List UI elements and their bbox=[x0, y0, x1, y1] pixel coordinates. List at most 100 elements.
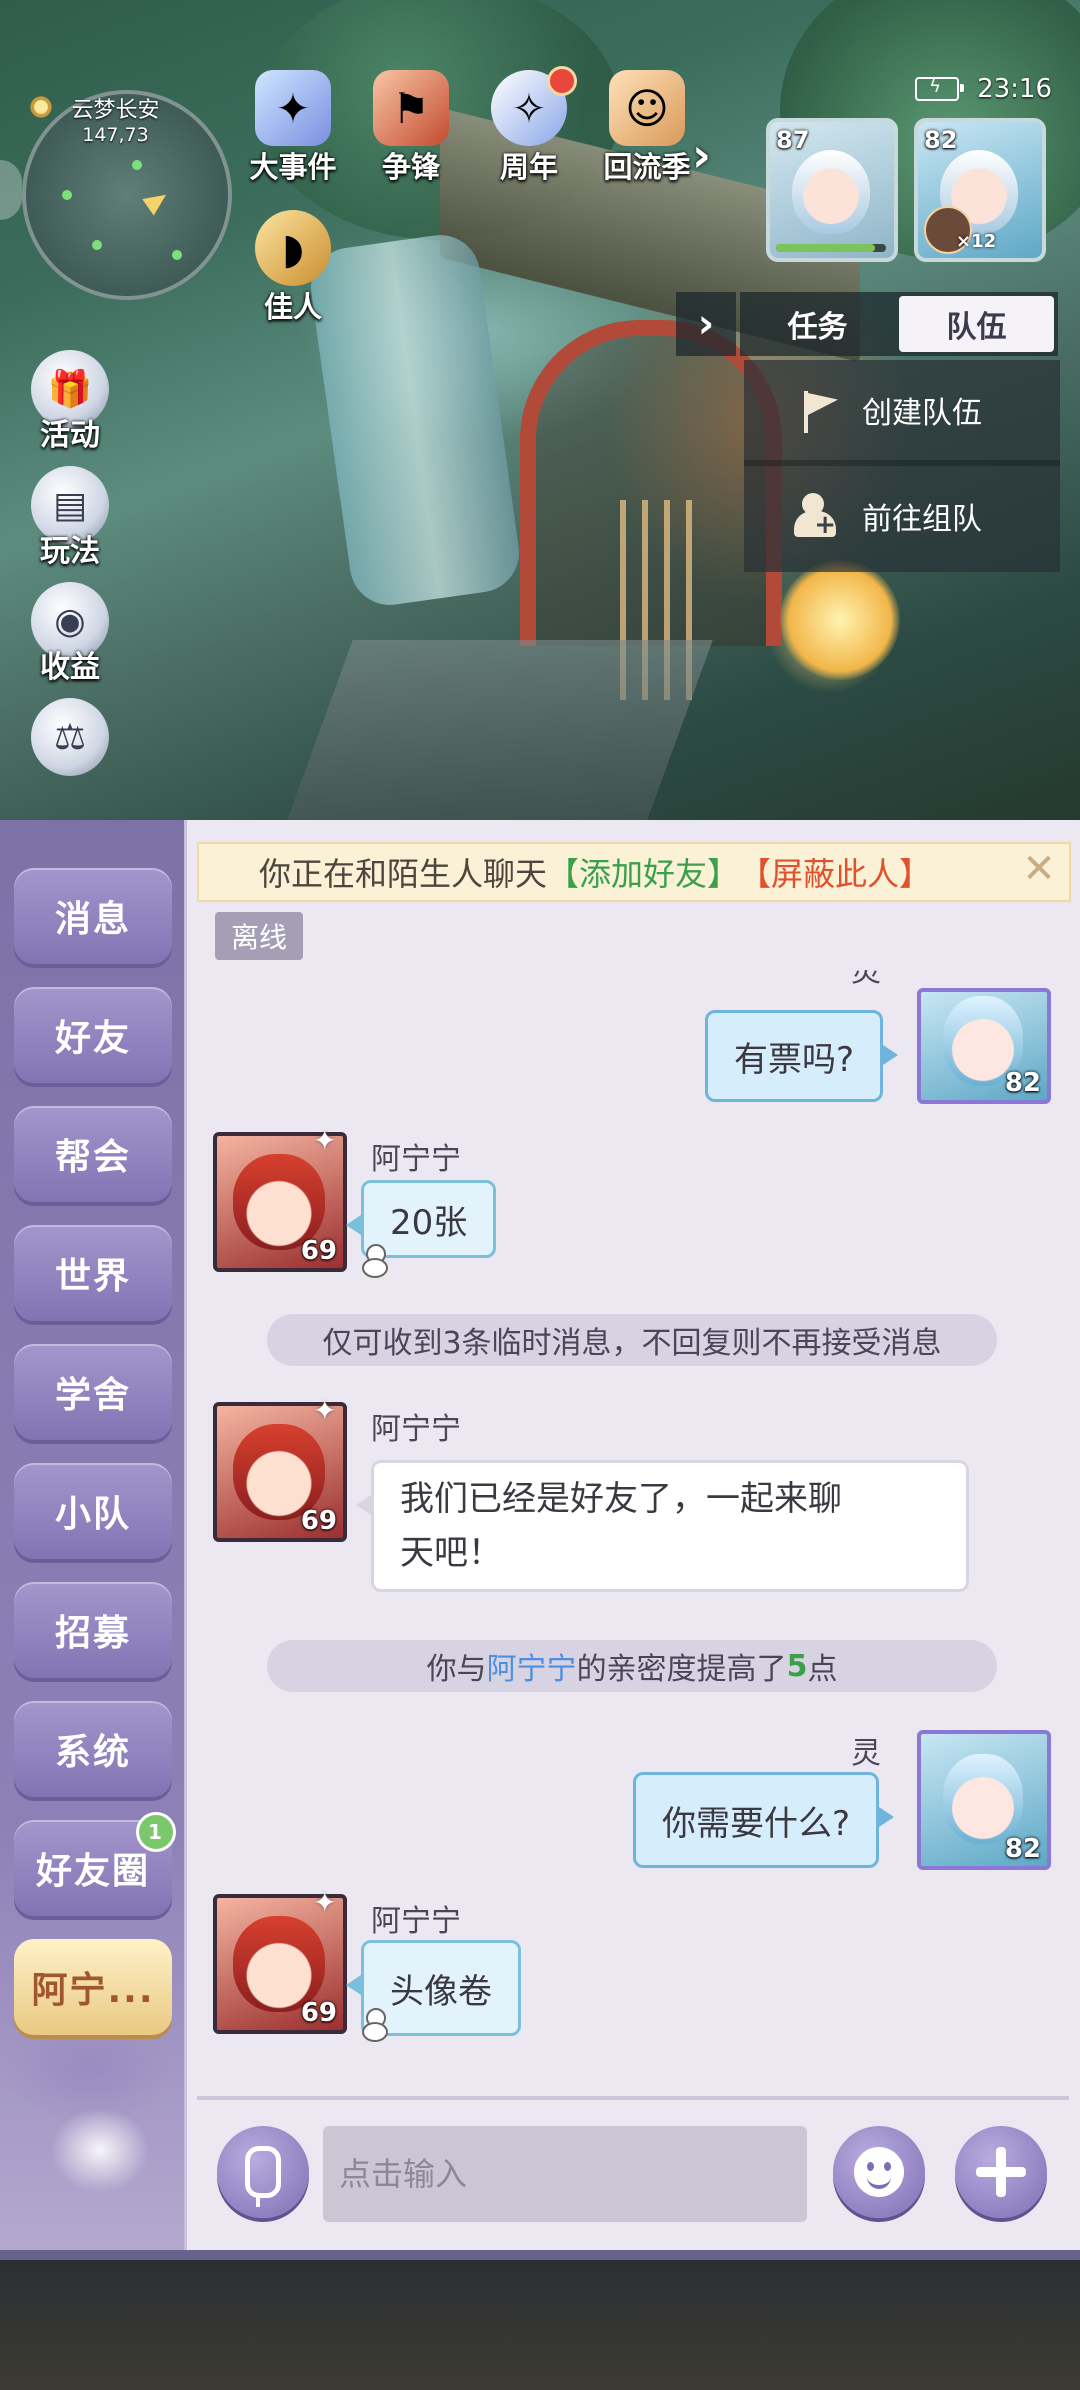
hp-bar bbox=[776, 244, 886, 252]
snowman-icon bbox=[361, 2008, 388, 2042]
flag-icon bbox=[794, 385, 844, 435]
side-menu: 🎁 活动 ▤ 玩法 ◉ 收益 ⚖ bbox=[20, 350, 120, 788]
add-friend-link[interactable]: 【添加好友】 bbox=[547, 849, 739, 895]
tab-tasks[interactable]: 任务 bbox=[740, 292, 895, 356]
panel-collapse-arrow-icon[interactable]: › bbox=[676, 292, 736, 356]
character-portrait bbox=[792, 150, 870, 234]
person-add-icon bbox=[794, 491, 844, 541]
menu-label: 争锋 bbox=[381, 150, 440, 184]
category-messages[interactable]: 消息 bbox=[14, 868, 172, 964]
battery-charging-icon: ϟ bbox=[915, 76, 965, 101]
character-portrait bbox=[943, 1754, 1023, 1844]
intimacy-middle: 的亲密度提高了 bbox=[576, 1652, 787, 1687]
category-guild[interactable]: 帮会 bbox=[14, 1106, 172, 1202]
return-season-icon: ☺ bbox=[609, 70, 685, 146]
menu-label: 佳人 bbox=[263, 290, 322, 324]
stranger-notice-text: 你正在和陌生人聊天 bbox=[259, 855, 548, 893]
menu-expand-arrow-icon[interactable]: › bbox=[692, 128, 711, 182]
plus-icon bbox=[976, 2147, 1026, 2197]
event-icon: ✦ bbox=[255, 70, 331, 146]
create-team-label: 创建队伍 bbox=[862, 396, 982, 431]
input-divider bbox=[197, 2096, 1069, 2100]
avatar-level: 69 bbox=[300, 1998, 337, 2028]
side-scales-button[interactable]: ⚖ bbox=[20, 698, 120, 776]
intimacy-points: 5 bbox=[786, 1648, 808, 1684]
member-level: 82 bbox=[924, 126, 958, 154]
category-academy[interactable]: 学舍 bbox=[14, 1344, 172, 1440]
close-icon[interactable]: ✕ bbox=[1021, 849, 1057, 889]
sender-name: 阿宁宁 bbox=[371, 1142, 461, 1177]
block-user-link[interactable]: 【屏蔽此人】 bbox=[739, 849, 931, 895]
member-level: 87 bbox=[776, 126, 810, 154]
menu-beauty[interactable]: ◗ 佳人 bbox=[238, 210, 348, 326]
side-label: 收益 bbox=[40, 650, 100, 685]
category-squad[interactable]: 小队 bbox=[14, 1463, 172, 1559]
team-panel: 创建队伍 前往组队 bbox=[744, 360, 1060, 572]
side-earnings-button[interactable]: ◉ 收益 bbox=[20, 582, 120, 686]
more-options-button[interactable] bbox=[955, 2126, 1047, 2218]
emoji-button[interactable] bbox=[833, 2126, 925, 2218]
menu-battle[interactable]: ⚑ 争锋 bbox=[356, 70, 466, 186]
chat-input-bar bbox=[187, 2110, 1080, 2230]
map-name: 云梦长安 bbox=[71, 98, 160, 123]
avatar-level: 82 bbox=[1004, 1068, 1041, 1098]
notification-dot bbox=[547, 66, 577, 96]
category-private-chat[interactable]: 阿宁... bbox=[14, 1939, 172, 2035]
voice-input-button[interactable] bbox=[217, 2126, 309, 2218]
category-system[interactable]: 系统 bbox=[14, 1701, 172, 1797]
task-team-tabs: 任务 队伍 bbox=[740, 292, 1058, 356]
message-bubble[interactable]: 有票吗? bbox=[705, 1010, 899, 1102]
category-world[interactable]: 世界 bbox=[14, 1225, 172, 1321]
microphone-icon bbox=[245, 2146, 281, 2207]
snowman-icon bbox=[361, 1244, 388, 1278]
side-label: 玩法 bbox=[40, 534, 100, 569]
clock: 23:16 bbox=[977, 74, 1052, 104]
side-activities-button[interactable]: 🎁 活动 bbox=[20, 350, 120, 454]
player-arrow-icon bbox=[142, 186, 172, 216]
menu-big-event[interactable]: ✦ 大事件 bbox=[238, 70, 348, 186]
category-label: 好友圈 bbox=[35, 1851, 150, 1892]
map-location: 云梦长安 147,73 bbox=[28, 92, 203, 146]
team-member-avatar[interactable]: 87 bbox=[766, 118, 898, 262]
category-recruit[interactable]: 招募 bbox=[14, 1582, 172, 1678]
status-bar: ϟ 23:16 bbox=[915, 74, 1052, 104]
minimap-marker bbox=[92, 240, 102, 250]
menu-anniversary[interactable]: ✧ 周年 bbox=[474, 66, 584, 186]
offline-status-badge: 离线 bbox=[215, 912, 304, 960]
tab-team[interactable]: 队伍 bbox=[899, 296, 1054, 352]
smiley-icon bbox=[854, 2147, 904, 2197]
avatar-level: 82 bbox=[1004, 1834, 1041, 1864]
category-friends[interactable]: 好友 bbox=[14, 987, 172, 1083]
minimap-marker bbox=[132, 160, 142, 170]
menu-return-season[interactable]: ☺ 回流季 bbox=[592, 70, 702, 186]
intimacy-prefix: 你与 bbox=[426, 1652, 487, 1687]
join-team-button[interactable]: 前往组队 bbox=[744, 466, 1060, 566]
create-team-button[interactable]: 创建队伍 bbox=[744, 360, 1060, 466]
intimacy-suffix: 点 bbox=[807, 1652, 838, 1687]
sender-name: 阿宁宁 bbox=[371, 1904, 461, 1939]
system-message: 仅可收到3条临时消息，不回复则不再接受消息 bbox=[267, 1314, 997, 1366]
side-gameplay-button[interactable]: ▤ 玩法 bbox=[20, 466, 120, 570]
message-line: 我们已经是好友了，一起来聊 bbox=[400, 1479, 842, 1519]
bottom-scene-strip bbox=[0, 2250, 1080, 2390]
message-bubble[interactable]: 我们已经是好友了，一起来聊 天吧！ bbox=[356, 1460, 969, 1592]
avatar-level: 69 bbox=[300, 1236, 337, 1266]
menu-label: 回流季 bbox=[603, 150, 691, 184]
self-avatar[interactable]: 82 bbox=[917, 1730, 1051, 1870]
battle-flag-icon: ⚑ bbox=[373, 70, 449, 146]
scales-icon: ⚖ bbox=[31, 698, 109, 776]
self-avatar[interactable]: 82 bbox=[917, 988, 1051, 1104]
fan-icon: ◗ bbox=[255, 210, 331, 286]
panel-bottom-rim bbox=[0, 2250, 1080, 2260]
notification-badge: 1 bbox=[136, 1812, 176, 1852]
pet-count: ×12 bbox=[956, 231, 997, 252]
message-line: 天吧！ bbox=[400, 1533, 502, 1573]
minimap-marker bbox=[172, 250, 182, 260]
message-bubble[interactable]: 你需要什么? bbox=[633, 1772, 895, 1868]
category-friend-moments[interactable]: 好友圈 1 bbox=[14, 1812, 176, 1916]
stranger-notice-bar: 你正在和陌生人聊天 【添加好友】 【屏蔽此人】 ✕ bbox=[197, 842, 1071, 902]
chat-text-input[interactable] bbox=[323, 2126, 807, 2222]
chat-panel: 你正在和陌生人聊天 【添加好友】 【屏蔽此人】 ✕ 离线 灵 82 有票吗? 6… bbox=[184, 820, 1080, 2250]
intimacy-contact-name: 阿宁宁 bbox=[486, 1652, 577, 1687]
team-member-avatar[interactable]: 82 ×12 bbox=[914, 118, 1046, 262]
